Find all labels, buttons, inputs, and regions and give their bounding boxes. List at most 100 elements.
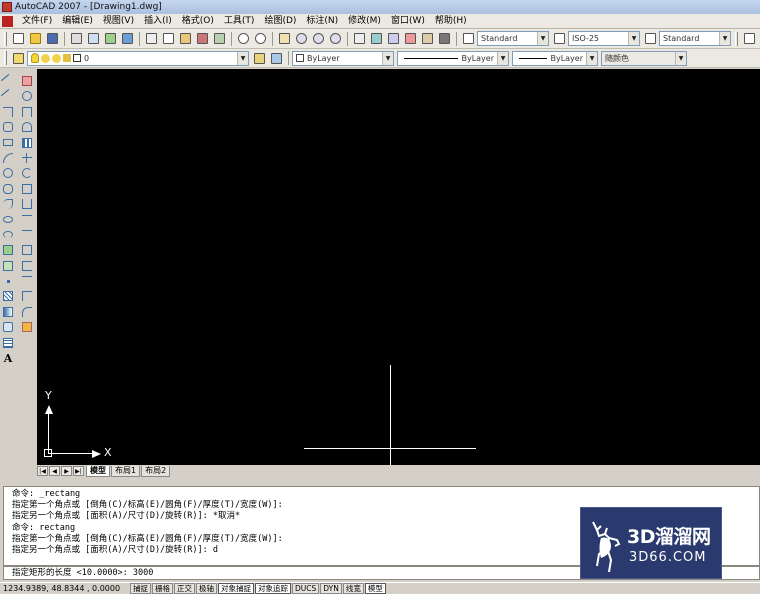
multiline-icon[interactable] <box>742 31 757 46</box>
copy-object-icon[interactable] <box>20 89 34 103</box>
layer-thaw-icon[interactable] <box>41 53 50 63</box>
revision-cloud-icon[interactable] <box>1 182 15 196</box>
polar-toggle[interactable]: 极轴 <box>196 583 217 594</box>
construction-line-icon[interactable] <box>0 89 16 104</box>
match-properties-icon[interactable] <box>195 31 210 46</box>
chevron-down-icon[interactable]: ▼ <box>497 51 508 65</box>
dim-style-select[interactable]: ISO-25 ▼ <box>568 31 640 46</box>
last-tab-icon[interactable]: ▶| <box>73 466 84 476</box>
chevron-down-icon[interactable]: ▼ <box>382 51 393 65</box>
plot-preview-icon[interactable] <box>86 31 101 46</box>
layer-on-icon[interactable] <box>31 53 39 63</box>
zoom-realtime-icon[interactable] <box>294 31 309 46</box>
chevron-down-icon[interactable]: ▼ <box>586 51 597 65</box>
multiline-text-icon[interactable]: A <box>1 351 15 365</box>
open-icon[interactable] <box>28 31 43 46</box>
fillet-icon[interactable] <box>20 305 34 319</box>
chevron-down-icon[interactable]: ▼ <box>675 51 686 65</box>
insert-block-icon[interactable] <box>1 243 15 257</box>
grid-toggle[interactable]: 栅格 <box>152 583 173 594</box>
ellipse-icon[interactable] <box>1 213 15 227</box>
tab-layout2[interactable]: 布局2 <box>141 465 171 477</box>
undo-icon[interactable] <box>236 31 251 46</box>
chevron-down-icon[interactable]: ▼ <box>237 51 248 65</box>
hatch-icon[interactable] <box>1 289 15 303</box>
polygon-icon[interactable] <box>1 120 15 134</box>
layer-manager-icon[interactable] <box>11 51 26 66</box>
layer-lock-icon[interactable] <box>63 54 71 62</box>
linetype-select[interactable]: ByLayer ▼ <box>397 50 509 66</box>
zoom-previous-icon[interactable] <box>328 31 343 46</box>
drawing-area[interactable]: Y X <box>37 69 760 465</box>
properties-icon[interactable] <box>352 31 367 46</box>
region-icon[interactable] <box>1 320 15 334</box>
block-editor-icon[interactable] <box>212 31 227 46</box>
menu-help[interactable]: 帮助(H) <box>430 14 472 28</box>
ducs-toggle[interactable]: DUCS <box>292 583 320 594</box>
make-current-layer-icon[interactable] <box>252 51 267 66</box>
otrack-toggle[interactable]: 对象追踪 <box>255 583 291 594</box>
menu-modify[interactable]: 修改(M) <box>343 14 386 28</box>
pan-icon[interactable] <box>277 31 292 46</box>
line-icon[interactable] <box>0 73 16 89</box>
cut-icon[interactable] <box>144 31 159 46</box>
menu-draw[interactable]: 绘图(D) <box>259 14 301 28</box>
menu-tools[interactable]: 工具(T) <box>219 14 260 28</box>
design-center-icon[interactable] <box>369 31 384 46</box>
dim-style-icon[interactable] <box>552 31 567 46</box>
document-icon[interactable] <box>2 15 13 27</box>
save-icon[interactable] <box>45 31 60 46</box>
chamfer-icon[interactable] <box>20 289 34 303</box>
menu-view[interactable]: 视图(V) <box>98 14 139 28</box>
zoom-window-icon[interactable] <box>311 31 326 46</box>
erase-icon[interactable] <box>20 74 34 88</box>
table-style-icon[interactable] <box>643 31 658 46</box>
toolbar-grip[interactable] <box>4 51 7 65</box>
offset-icon[interactable] <box>20 120 34 134</box>
dyn-toggle[interactable]: DYN <box>320 583 342 594</box>
gradient-icon[interactable] <box>1 305 15 319</box>
make-block-icon[interactable] <box>1 259 15 273</box>
color-select[interactable]: ByLayer ▼ <box>292 50 394 66</box>
publish-icon[interactable] <box>103 31 118 46</box>
print-icon[interactable] <box>69 31 84 46</box>
snap-toggle[interactable]: 捕捉 <box>130 583 151 594</box>
sheet-set-icon[interactable] <box>403 31 418 46</box>
move-icon[interactable] <box>20 151 34 165</box>
menu-file[interactable]: 文件(F) <box>17 14 57 28</box>
rectangle-icon[interactable] <box>1 136 15 150</box>
join-icon[interactable] <box>20 274 34 288</box>
tab-layout1[interactable]: 布局1 <box>111 465 141 477</box>
text-style-select[interactable]: Standard ▼ <box>477 31 549 46</box>
layer-viewport-icon[interactable] <box>52 53 61 63</box>
calculator-icon[interactable] <box>437 31 452 46</box>
model-toggle[interactable]: 模型 <box>364 583 386 594</box>
text-style-icon[interactable] <box>461 31 476 46</box>
chevron-down-icon[interactable]: ▼ <box>719 32 730 45</box>
rotate-icon[interactable] <box>20 166 34 180</box>
redo-icon[interactable] <box>253 31 268 46</box>
menu-format[interactable]: 格式(O) <box>177 14 219 28</box>
chevron-down-icon[interactable]: ▼ <box>628 32 639 45</box>
menu-window[interactable]: 窗口(W) <box>386 14 430 28</box>
trim-icon[interactable] <box>20 213 34 227</box>
ortho-toggle[interactable]: 正交 <box>174 583 195 594</box>
ellipse-arc-icon[interactable] <box>1 228 15 242</box>
table-style-select[interactable]: Standard ▼ <box>659 31 731 46</box>
array-icon[interactable] <box>20 136 34 150</box>
explode-icon[interactable] <box>20 320 34 334</box>
3d-dwf-icon[interactable] <box>120 31 135 46</box>
first-tab-icon[interactable]: |◀ <box>37 466 48 476</box>
tool-palettes-icon[interactable] <box>386 31 401 46</box>
coordinate-readout[interactable]: 1234.9389, 48.8344 , 0.0000 <box>0 584 130 593</box>
polyline-icon[interactable] <box>1 105 15 119</box>
lineweight-toggle[interactable]: 线宽 <box>342 583 364 594</box>
table-icon[interactable] <box>1 336 15 350</box>
plot-style-select[interactable]: 随颜色 ▼ <box>601 50 687 66</box>
layer-select[interactable]: 0 ▼ <box>27 50 249 66</box>
toolbar-grip[interactable] <box>4 31 7 46</box>
paste-icon[interactable] <box>178 31 193 46</box>
chevron-down-icon[interactable]: ▼ <box>537 32 548 45</box>
spline-icon[interactable] <box>1 197 15 211</box>
copy-icon[interactable] <box>161 31 176 46</box>
